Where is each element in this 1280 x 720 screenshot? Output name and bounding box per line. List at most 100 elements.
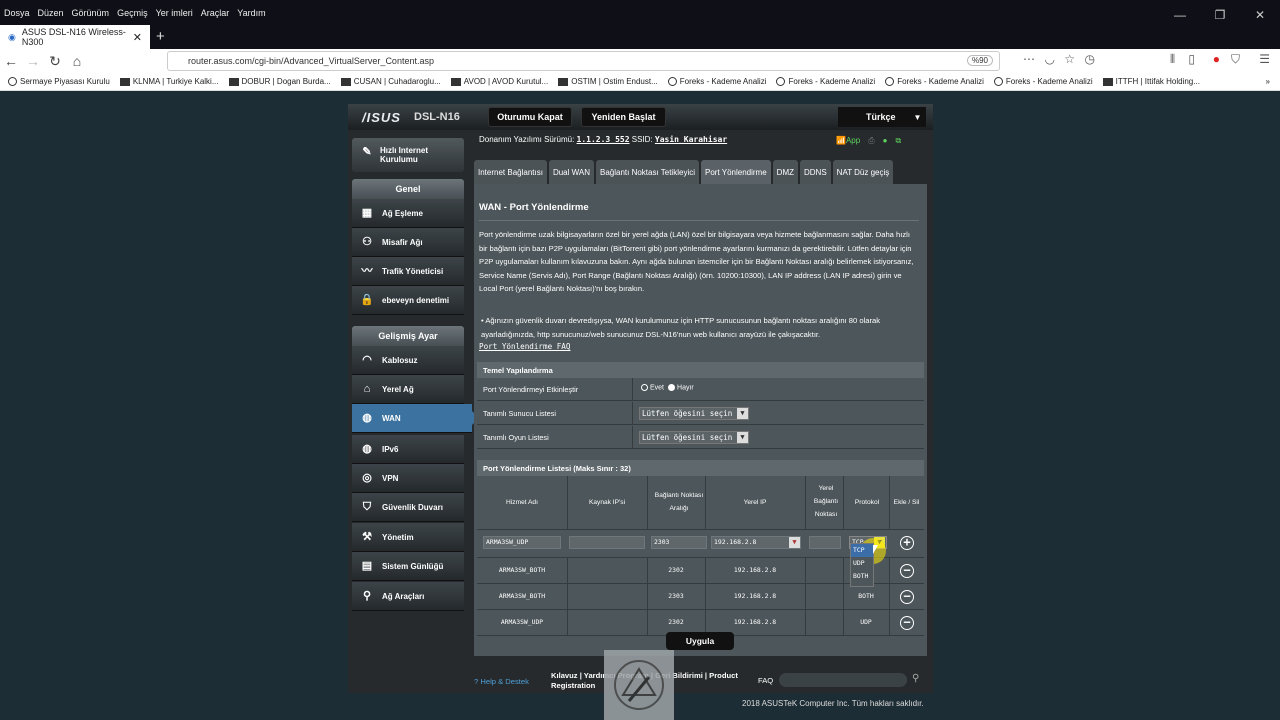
bookmark-item[interactable]: ITTFH | Ittifak Holding...	[1102, 77, 1200, 86]
quick-setup-button[interactable]: ✎ Hızlı Internet Kurulumu	[352, 138, 464, 172]
bookmarks-overflow-icon[interactable]: »	[1266, 77, 1270, 86]
wan-tabs: Internet Bağlantısı Dual WAN Bağlantı No…	[474, 160, 894, 184]
browser-tab[interactable]: ◉ ASUS DSL-N16 Wireless-N300 ✕	[0, 25, 150, 49]
tab-ddns[interactable]: DDNS	[800, 160, 831, 184]
menu-edit[interactable]: Düzen	[34, 8, 68, 18]
more-actions-icon[interactable]: ⋯	[1023, 52, 1035, 66]
logout-button[interactable]: Oturumu Kapat	[488, 107, 572, 127]
tab-nat-passthrough[interactable]: NAT Düz geçiş	[832, 160, 894, 184]
close-tab-icon[interactable]: ✕	[133, 31, 142, 44]
protocol-option-tcp[interactable]: TCP	[851, 544, 873, 557]
port-range-input[interactable]: 2303	[651, 536, 707, 549]
router-panel: /ISUS DSL-N16 Oturumu Kapat Yeniden Başl…	[348, 104, 933, 693]
search-icon[interactable]: ⚲	[912, 673, 919, 684]
sidebar-item-network-map[interactable]: ▦ Ağ Eşleme	[352, 199, 464, 228]
star-icon[interactable]: ☆	[1064, 52, 1075, 66]
faq-search-input[interactable]	[779, 673, 907, 687]
minimize-icon[interactable]: —	[1160, 0, 1200, 25]
library-icon[interactable]: ⫴	[1170, 52, 1175, 67]
protocol-dropdown: TCP UDP BOTH	[850, 543, 874, 587]
chevron-down-icon[interactable]: ▼	[789, 537, 800, 548]
sidebar-item-network-tools[interactable]: ⚲ Ağ Araçları	[352, 582, 464, 611]
col-sep	[567, 558, 568, 583]
close-window-icon[interactable]: ✕	[1240, 0, 1280, 25]
tab-port-trigger[interactable]: Bağlantı Noktası Tetikleyici	[595, 160, 699, 184]
bookmark-item[interactable]: Foreks - Kademe Analizi	[885, 77, 984, 87]
globe-icon	[885, 77, 895, 87]
col-sep	[567, 610, 568, 635]
sidebar-item-lan[interactable]: ⌂ Yerel Ağ	[352, 375, 464, 404]
bookmark-item[interactable]: Foreks - Kademe Analizi	[993, 77, 1093, 87]
menu-help[interactable]: Yardım	[233, 8, 269, 18]
wifi-app-icon[interactable]: 📶App	[836, 136, 860, 146]
delete-rule-button[interactable]: −	[900, 564, 914, 578]
tab-internet-connection[interactable]: Internet Bağlantısı	[474, 160, 547, 184]
reload-icon[interactable]: ↻	[44, 53, 66, 70]
row-separator	[632, 426, 633, 449]
url-bar[interactable]: router.asus.com/cgi-bin/Advanced_Virtual…	[167, 51, 1000, 71]
server-list-select[interactable]: Lütfen öğesini seçin ▼	[639, 407, 749, 420]
game-list-select[interactable]: Lütfen öğesini seçin ▼	[639, 431, 749, 444]
sidebar-item-parental-control[interactable]: 🔒 ebeveyn denetimi	[352, 286, 464, 315]
guest-network-icon: ⚇	[362, 236, 372, 248]
sidebar-item-wireless[interactable]: ◠ Kablosuz	[352, 346, 464, 375]
delete-rule-button[interactable]: −	[900, 590, 914, 604]
bookmark-item[interactable]: DOBUR | Dogan Burda...	[228, 77, 331, 86]
zoom-level[interactable]: %90	[966, 55, 993, 66]
bookmark-item[interactable]: CUSAN | Cuhadaroglu...	[340, 77, 441, 86]
faq-link[interactable]: Port Yönlendirme FAQ	[479, 342, 570, 351]
sidebar-item-traffic-manager[interactable]: 〰 Trafik Yöneticisi	[352, 257, 464, 286]
sidebar-item-wan[interactable]: ◍ WAN	[352, 404, 479, 433]
basic-config-header: Temel Yapılandırma	[477, 362, 924, 378]
radio-no[interactable]: Hayır	[668, 384, 694, 391]
hamburger-icon[interactable]: ☰	[1259, 52, 1270, 66]
bookmark-item[interactable]: OSTIM | Ostim Endust...	[558, 77, 658, 86]
local-port-input[interactable]	[809, 536, 841, 549]
reboot-button[interactable]: Yeniden Başlat	[581, 107, 666, 127]
ssid-value[interactable]: Yasin_Karahisar	[655, 135, 727, 144]
adblock-icon[interactable]: ●	[1213, 52, 1220, 66]
help-support-link[interactable]: ? Help & Destek	[474, 677, 529, 686]
tab-port-forwarding[interactable]: Port Yönlendirme	[701, 160, 771, 184]
menu-bookmarks[interactable]: Yer imleri	[152, 8, 197, 18]
sidebar-item-system-log[interactable]: ▤ Sistem Günlüğü	[352, 552, 464, 581]
pocket-icon[interactable]: ◡	[1045, 52, 1055, 66]
menu-view[interactable]: Görünüm	[68, 8, 114, 18]
local-ip-input[interactable]: 192.168.2.8 ▼	[711, 536, 801, 549]
menu-tools[interactable]: Araçlar	[197, 8, 234, 18]
protocol-option-udp[interactable]: UDP	[851, 557, 873, 570]
add-rule-button[interactable]: +	[900, 536, 914, 550]
bookmark-item[interactable]: KLNMA | Turkiye Kalki...	[119, 77, 219, 86]
apply-button[interactable]: Uygula	[666, 632, 734, 650]
radio-no-dot	[668, 384, 676, 391]
home-icon[interactable]: ⌂	[66, 53, 88, 69]
new-tab-icon[interactable]: +	[156, 28, 165, 45]
menu-file[interactable]: Dosya	[0, 8, 34, 18]
sidebar-item-administration[interactable]: ⚒ Yönetim	[352, 523, 464, 552]
history-icon[interactable]: ◷	[1085, 52, 1095, 66]
shield-icon[interactable]: ⛉	[1231, 52, 1240, 67]
firmware-version[interactable]: 1.1.2.3_552	[577, 135, 630, 144]
delete-rule-button[interactable]: −	[900, 616, 914, 630]
sidebar-item-vpn[interactable]: ◎ VPN	[352, 464, 464, 493]
sidebar-item-firewall[interactable]: ⛉ Güvenlik Duvarı	[352, 493, 464, 522]
language-select[interactable]: Türkçe ▼	[838, 107, 926, 127]
sidebar-icon[interactable]: ▯	[1188, 52, 1195, 66]
protocol-option-both[interactable]: BOTH	[851, 570, 873, 583]
source-ip-input[interactable]	[569, 536, 645, 549]
restore-icon[interactable]: ❐	[1200, 0, 1240, 25]
forward-icon[interactable]: →	[22, 53, 44, 69]
sidebar-item-guest-network[interactable]: ⚇ Misafir Ağı	[352, 228, 464, 257]
bookmark-item[interactable]: Foreks - Kademe Analizi	[667, 77, 766, 87]
tab-dual-wan[interactable]: Dual WAN	[548, 160, 594, 184]
service-name-input[interactable]: ARMA3SW_UDP	[483, 536, 561, 549]
sidebar-item-ipv6[interactable]: ◍ IPv6	[352, 435, 464, 464]
bookmark-item[interactable]: Sermaye Piyasası Kurulu	[8, 77, 110, 87]
back-icon[interactable]: ←	[0, 53, 22, 69]
bookmark-item[interactable]: AVOD | AVOD Kurutul...	[450, 77, 548, 86]
radio-yes-dot	[641, 384, 648, 391]
menu-history[interactable]: Geçmiş	[113, 8, 152, 18]
bookmark-item[interactable]: Foreks - Kademe Analizi	[776, 77, 875, 87]
radio-yes[interactable]: Evet	[641, 384, 664, 391]
tab-dmz[interactable]: DMZ	[772, 160, 798, 184]
